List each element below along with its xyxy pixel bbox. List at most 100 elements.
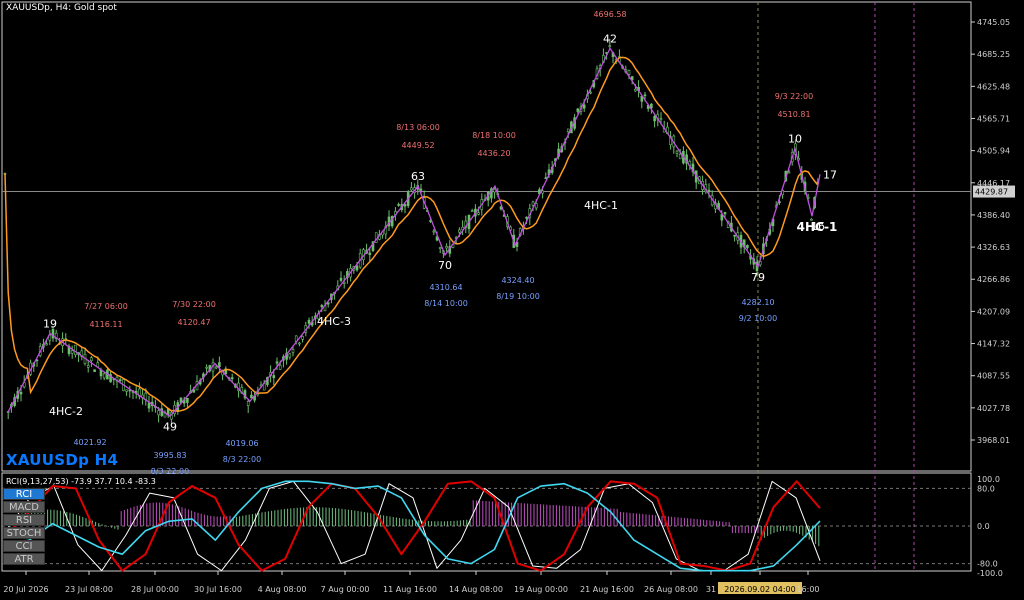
candle-body bbox=[246, 401, 250, 406]
candle-body bbox=[410, 187, 413, 191]
candle-body bbox=[144, 392, 148, 400]
zigzag-count-label: 79 bbox=[751, 271, 765, 284]
y-tick-label: 4087.55 bbox=[977, 372, 1010, 381]
price-chart[interactable]: 4745.054685.254625.484565.714505.944446.… bbox=[0, 0, 1024, 600]
candle-body bbox=[278, 364, 282, 370]
y-tick-label: 4505.94 bbox=[977, 147, 1010, 156]
candle-body bbox=[291, 349, 295, 353]
zigzag-line bbox=[7, 47, 821, 418]
candle-body bbox=[541, 190, 544, 194]
candle-body bbox=[218, 362, 221, 367]
zigzag-count-label: 19 bbox=[43, 317, 57, 330]
zigzag-count-label: 42 bbox=[603, 32, 617, 45]
candle-body bbox=[566, 128, 570, 133]
zigzag-count-label: 17 bbox=[823, 168, 837, 181]
candle-body bbox=[19, 391, 23, 395]
low-annotation-time: 8/3 22:00 bbox=[151, 467, 189, 476]
low-annotation-price: 3995.83 bbox=[153, 451, 186, 460]
price-tag-label: 4429.87 bbox=[975, 188, 1008, 197]
candle-body bbox=[582, 104, 586, 109]
y-tick-label: 4745.05 bbox=[977, 18, 1010, 27]
candle-body bbox=[288, 353, 292, 358]
indicator-y-tick-label: 80.0 bbox=[977, 484, 995, 493]
low-annotation-price: 4310.64 bbox=[429, 283, 462, 292]
candle-body bbox=[659, 117, 663, 120]
indicator-label: RCI(9,13,27,53) -73.9 37.7 10.4 -83.3 bbox=[6, 477, 156, 486]
candle-body bbox=[102, 373, 106, 379]
zigzag-count-label: 49 bbox=[163, 420, 177, 433]
indicator-button-macd[interactable]: MACD bbox=[3, 501, 45, 513]
candle-body bbox=[470, 210, 474, 213]
candle-body bbox=[445, 246, 448, 249]
indicator-button-atr[interactable]: ATR bbox=[3, 553, 45, 565]
candle-body bbox=[531, 201, 535, 206]
candle-body bbox=[432, 230, 436, 233]
symbol-watermark: XAUUSDp H4 bbox=[6, 451, 119, 469]
x-tick-label: 30 Jul 16:00 bbox=[194, 585, 242, 594]
candle-body bbox=[397, 204, 400, 206]
y-tick-label: 4565.71 bbox=[977, 114, 1010, 123]
candle-body bbox=[733, 234, 736, 237]
high-annotation-time: 8/18 10:00 bbox=[472, 131, 516, 140]
zigzag-count-label: 10 bbox=[788, 132, 802, 145]
x-tick-label: 23 Jul 08:00 bbox=[65, 585, 113, 594]
y-tick-label: 4685.25 bbox=[977, 50, 1010, 59]
x-tick-label: 31 bbox=[706, 585, 716, 594]
indicator-button-rsi[interactable]: RSI bbox=[3, 514, 45, 526]
candle-body bbox=[589, 91, 592, 94]
candle-body bbox=[477, 212, 480, 215]
indicator-y-tick-label: 100.0 bbox=[977, 475, 1000, 484]
high-annotation-price: 4449.52 bbox=[401, 141, 434, 150]
high-annotation-price: 4436.20 bbox=[477, 149, 510, 158]
candle-body bbox=[125, 389, 128, 392]
candle-body bbox=[70, 350, 74, 354]
indicator-y-tick-label: -80.0 bbox=[977, 560, 998, 569]
candle-body bbox=[493, 188, 496, 193]
candle-body bbox=[118, 379, 122, 382]
candle-body bbox=[746, 245, 749, 248]
y-tick-label: 4625.48 bbox=[977, 82, 1010, 91]
zigzag-count-label: 70 bbox=[438, 259, 452, 272]
low-annotation-time: 8/14 10:00 bbox=[424, 299, 468, 308]
high-annotation-time: 7/27 06:00 bbox=[84, 302, 128, 311]
candle-body bbox=[86, 365, 90, 368]
candle-body bbox=[339, 277, 343, 281]
y-tick-label: 4326.63 bbox=[977, 243, 1010, 252]
candle-body bbox=[250, 394, 253, 399]
indicator-button-stoch[interactable]: STOCH bbox=[3, 527, 45, 539]
high-annotation-price: 4120.47 bbox=[177, 318, 210, 327]
candle-body bbox=[93, 369, 96, 372]
x-tick-label: 19 Aug 00:00 bbox=[514, 585, 568, 594]
candle-body bbox=[157, 410, 160, 416]
candle-body bbox=[45, 343, 48, 346]
candle-body bbox=[205, 366, 208, 369]
candle-body bbox=[275, 361, 279, 364]
x-tick-label-highlighted: 2026.09.02 04:00 bbox=[724, 585, 795, 594]
candle-body bbox=[355, 265, 359, 271]
indicator-button-cci[interactable]: CCI bbox=[3, 540, 45, 552]
low-annotation-price: 4282.10 bbox=[741, 298, 774, 307]
high-annotation-price: 4510.81 bbox=[777, 110, 810, 119]
candle-body bbox=[707, 189, 711, 192]
chart-window: XAUUSDp, H4: Gold spot 4745.05 4685.25 462… bbox=[0, 0, 1024, 600]
x-tick-label: 4 Aug 08:00 bbox=[258, 585, 307, 594]
y-tick-label: 3968.01 bbox=[977, 436, 1010, 445]
candle-body bbox=[186, 398, 189, 403]
candle-body bbox=[723, 212, 727, 215]
candle-body bbox=[147, 402, 151, 409]
wave-label: 4HC-1 bbox=[584, 199, 618, 212]
indicator-button-rci[interactable]: RCI bbox=[3, 488, 45, 500]
x-tick-label: 7 Aug 00:00 bbox=[321, 585, 370, 594]
x-tick-label: 16:00 bbox=[796, 585, 819, 594]
low-annotation-time: 8/19 10:00 bbox=[496, 292, 540, 301]
y-tick-label: 4386.40 bbox=[977, 211, 1010, 220]
indicator-y-tick-label: -100.0 bbox=[977, 569, 1003, 578]
candle-body bbox=[458, 229, 461, 233]
candle-body bbox=[544, 177, 548, 179]
x-tick-label: 20 Jul 2026 bbox=[3, 585, 48, 594]
y-tick-label: 4266.86 bbox=[977, 275, 1010, 284]
candle-body bbox=[320, 305, 324, 307]
candlesticks bbox=[3, 38, 820, 425]
wave-label: 4HC-3 bbox=[317, 315, 351, 328]
x-tick-label: 21 Aug 16:00 bbox=[580, 585, 634, 594]
